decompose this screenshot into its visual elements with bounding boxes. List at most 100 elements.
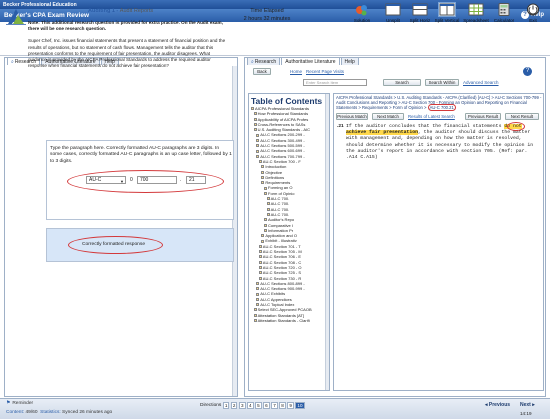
research-pane: ⌕ Research Authoritative Literature Help <box>4 57 238 397</box>
page-button-8[interactable]: 8 <box>279 402 286 409</box>
exit-label: Exit <box>529 18 537 23</box>
page-button-6[interactable]: 6 <box>263 402 270 409</box>
exit-button[interactable]: Exit <box>520 3 546 23</box>
next-match-button[interactable]: Next Match <box>372 113 404 120</box>
next-result-label: Next Result <box>510 114 534 119</box>
book-icon <box>258 266 262 270</box>
standard-select[interactable]: AU-C ▼ <box>86 176 126 184</box>
directions-link[interactable]: Directions <box>200 403 221 408</box>
next-match-label: Next Match <box>377 114 399 119</box>
book-icon <box>253 319 257 323</box>
exit-icon <box>525 3 541 16</box>
unsplit-button[interactable]: Unsplit <box>380 3 406 23</box>
page-button-5[interactable]: 5 <box>255 402 262 409</box>
search-button[interactable]: Search <box>383 79 421 86</box>
unsplit-label: Unsplit <box>386 18 400 23</box>
page-button-1[interactable]: 1 <box>222 402 230 409</box>
search-within-button[interactable]: Search Within <box>425 79 459 86</box>
advanced-search-link[interactable]: Advanced Search <box>463 80 499 85</box>
toc-list: AICPA Professional Standards How Professi… <box>251 106 329 323</box>
tab-research-right[interactable]: ⌕ Research <box>247 57 281 65</box>
paragraph-number: .21 <box>337 124 344 129</box>
question-note: Note: This additional research question … <box>28 20 223 32</box>
split-horizontal-button[interactable]: Split Horiz <box>407 3 433 23</box>
spreadsheet-button[interactable]: Spreadsheet <box>463 3 489 23</box>
breadcrumb: AICPA Professional Standards > U.S. Audi… <box>336 95 542 111</box>
paragraph-number-input[interactable]: 21 <box>186 176 206 184</box>
breadcrumb-current: AU-C 700.21 <box>427 104 456 111</box>
book-icon <box>266 213 270 217</box>
split-vertical-icon <box>438 2 456 17</box>
page-button-10[interactable]: 10 <box>295 402 305 409</box>
page-button-3[interactable]: 3 <box>238 402 246 409</box>
statistics-label: Statistics: <box>40 410 61 415</box>
help-circle-icon[interactable]: ? <box>523 67 532 76</box>
statistics-value: Synced 26 minutes ago <box>62 410 113 415</box>
unsplit-icon <box>385 3 401 16</box>
section-number-input[interactable]: 700 <box>137 176 177 184</box>
back-button[interactable]: Back <box>253 68 271 75</box>
book-icon <box>253 128 257 132</box>
back-label: Back <box>257 69 267 74</box>
page-button-7[interactable]: 7 <box>271 402 278 409</box>
search-within-label: Search Within <box>428 80 456 85</box>
question-navigator: Directions 1 2 3 4 5 6 7 8 9 10 <box>200 402 305 409</box>
next-button[interactable]: Next ▸ <box>520 402 535 408</box>
tab-authoritative-literature-right[interactable]: Authoritative Literature <box>281 57 340 65</box>
latest-search-results-link[interactable]: Results of Latest Search <box>408 114 455 119</box>
split-horizontal-label: Split Horiz <box>409 18 431 23</box>
solution-button[interactable]: Solution <box>349 3 375 23</box>
split-vertical-button[interactable]: Split Vertical <box>434 2 460 23</box>
next-result-button[interactable]: Next Result <box>505 113 539 120</box>
toc-item[interactable]: Attestation Standards - Clarifi <box>251 318 329 323</box>
previous-result-button[interactable]: Previous Result <box>465 113 501 120</box>
reminder-toggle[interactable]: ⚑ Reminder <box>6 401 33 406</box>
book-icon <box>258 271 262 275</box>
toc-title: Table of Contents <box>251 96 323 106</box>
book-icon <box>264 223 267 227</box>
table-of-contents: Table of Contents AICPA Professional Sta… <box>248 93 330 391</box>
split-vertical-label: Split Vertical <box>434 18 460 23</box>
search-input[interactable]: Enter Search Item <box>303 79 367 86</box>
previous-match-button[interactable]: Previous Match <box>336 113 368 120</box>
book-icon <box>256 138 260 142</box>
page-button-4[interactable]: 4 <box>247 402 254 409</box>
book-icon <box>261 165 265 169</box>
page-button-9[interactable]: 9 <box>287 402 294 409</box>
tab-help-right[interactable]: Help <box>340 57 359 65</box>
tab-authoritative-literature-right-label: Authoritative Literature <box>285 58 336 65</box>
spreadsheet-label: Spreadsheet <box>463 18 489 23</box>
becker-logo-icon <box>6 9 26 25</box>
book-icon <box>261 234 265 238</box>
book-icon <box>266 207 270 211</box>
book-icon <box>261 176 265 179</box>
book-icon <box>264 186 267 190</box>
home-link[interactable]: Home <box>290 69 302 74</box>
book-icon <box>266 202 270 206</box>
reminder-label: Reminder <box>12 401 34 406</box>
tab-research-right-label: Research <box>254 58 277 65</box>
response-message: Correctly formatted response <box>82 242 146 247</box>
calculator-label: Calculator <box>493 18 515 23</box>
calculator-button[interactable]: Calculator <box>491 3 517 23</box>
chevron-down-icon: ▼ <box>120 179 124 184</box>
calculator-icon <box>496 3 512 16</box>
book-icon <box>253 123 257 127</box>
book-icon <box>256 287 260 291</box>
paragraph-highlight-ellipse <box>507 122 525 131</box>
magnifier-icon: ⌕ <box>251 58 254 65</box>
recent-page-visits-link[interactable]: Recent Page Visits <box>306 69 344 74</box>
tab-help-right-label: Help <box>344 58 355 65</box>
content-value: 49/60 <box>25 410 38 415</box>
previous-label: Previous <box>488 402 511 408</box>
book-icon <box>258 160 262 164</box>
book-icon <box>258 276 262 280</box>
previous-button[interactable]: ◂ Previous <box>485 402 510 408</box>
page-button-2[interactable]: 2 <box>230 402 238 409</box>
toc-scrollbar[interactable] <box>325 94 329 390</box>
book-icon <box>256 154 260 158</box>
spreadsheet-icon <box>468 3 484 16</box>
book-icon <box>258 255 262 259</box>
book-icon <box>253 117 257 121</box>
book-icon <box>261 239 265 243</box>
